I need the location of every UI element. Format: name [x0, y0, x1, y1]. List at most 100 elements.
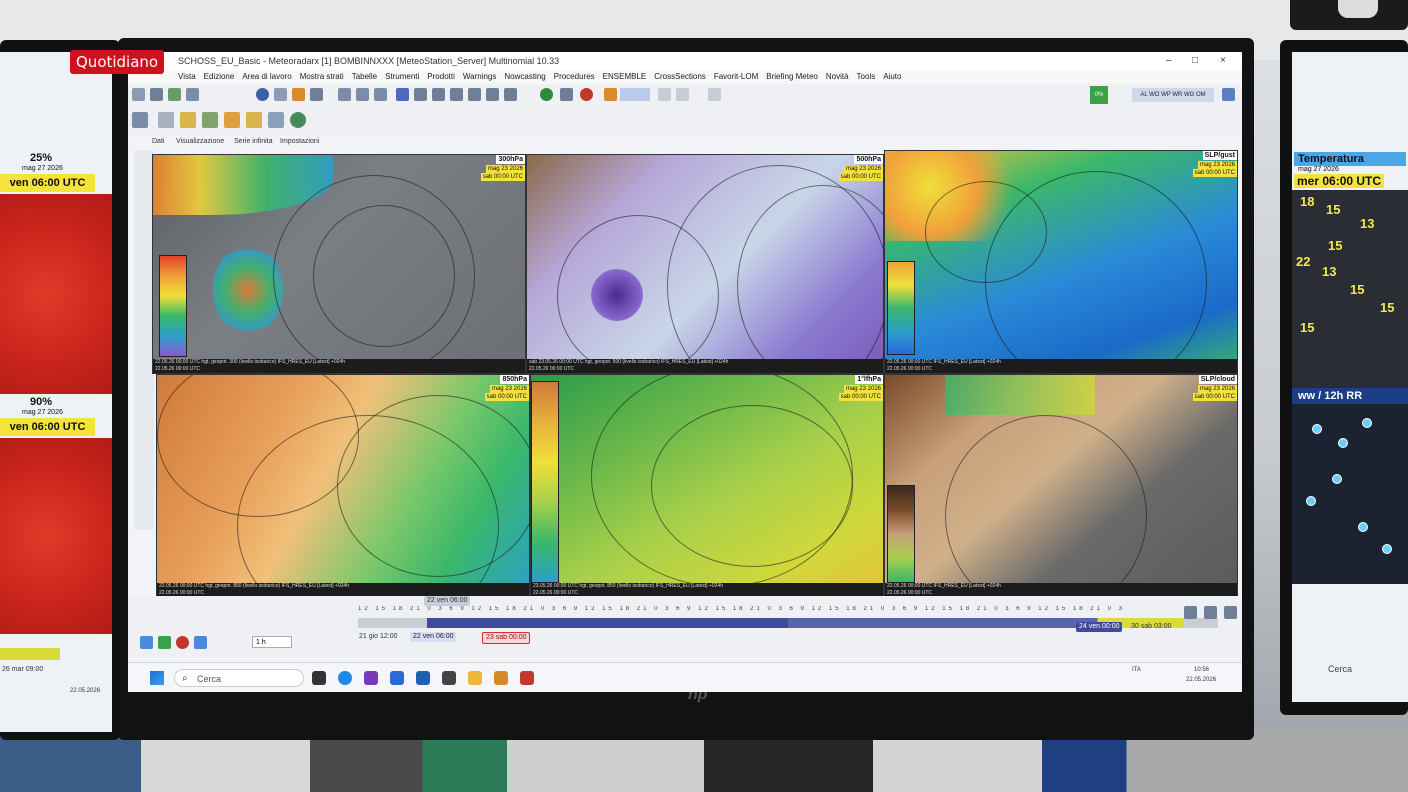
tab-visualizzazione[interactable]: Visualizzazione [176, 138, 224, 145]
close-button[interactable]: × [1220, 52, 1226, 70]
stop-icon[interactable] [176, 636, 189, 649]
main-screen: SCHOSS_EU_Basic - Meteoradarx [1] BOMBIN… [128, 52, 1242, 692]
map-panel-slp-cloud[interactable]: SLP/cloud mag 23 2026 sab 00:00 UTC 22.0… [884, 374, 1238, 598]
right-search[interactable]: Cerca [1328, 664, 1352, 674]
panel-date: mag 23 2026 [485, 165, 525, 173]
menu-item-procedures[interactable]: Procedures [554, 70, 595, 84]
redo-icon[interactable] [676, 88, 689, 101]
tool-icon[interactable] [180, 112, 196, 128]
menu-item-briefing[interactable]: Briefing Meteo [766, 70, 818, 84]
tab-impostazioni[interactable]: Impostazioni [280, 138, 319, 145]
timeline-current[interactable]: 22 ven 06:00 [410, 632, 457, 642]
clock-time[interactable]: 10:56 [1194, 667, 1209, 673]
panel-footer-run: 22.05.26 00:00 UTC [155, 366, 201, 372]
menu-item-warnings[interactable]: Warnings [463, 70, 497, 84]
taskbar-search[interactable]: ⌕ Cerca [174, 669, 304, 687]
tool-icon[interactable] [158, 112, 174, 128]
camera-icon[interactable] [504, 88, 517, 101]
panel-footer-run: 22.05.26 00:00 UTC [887, 366, 933, 372]
app-icon[interactable] [390, 671, 404, 685]
trash-icon[interactable] [1222, 88, 1235, 101]
menu-item-novita[interactable]: Novità [826, 70, 849, 84]
pointer-icon[interactable] [560, 88, 573, 101]
globe-icon[interactable] [338, 88, 351, 101]
step-back-icon[interactable] [140, 636, 153, 649]
play-icon[interactable] [158, 636, 171, 649]
panel-footer: 22.05.26 00:00 UTC hgt, geopot. 850 (liv… [157, 583, 529, 597]
tab-dati[interactable]: Dati [152, 138, 164, 145]
app-icon[interactable] [416, 671, 430, 685]
map-panel-500hpa[interactable]: 500hPa mag 23 2026 sab 00:00 UTC sab 23.… [526, 154, 884, 374]
app-icon[interactable] [520, 671, 534, 685]
grid-view-icon[interactable] [1224, 606, 1237, 619]
crosshair-icon[interactable] [292, 88, 305, 101]
menu-item-crosssections[interactable]: CrossSections [654, 70, 706, 84]
terminal-icon[interactable] [442, 671, 456, 685]
menu-item-aiuto[interactable]: Aiuto [883, 70, 901, 84]
tool-icon[interactable] [290, 112, 306, 128]
menu-item-tools[interactable]: Tools [857, 70, 876, 84]
tool-icon[interactable] [246, 112, 262, 128]
map-panel-slp-gust[interactable]: SLP/gust mag 23 2026 sab 00:00 UTC 22.05… [884, 150, 1238, 374]
folder-icon[interactable] [468, 671, 482, 685]
menu-item-tabelle[interactable]: Tabelle [352, 70, 377, 84]
menu-item-favorit[interactable]: Favorit-LOM [714, 70, 758, 84]
panel-level-label: 1°lfhPa [855, 375, 883, 384]
left-banner-2: ven 06:00 UTC [0, 418, 95, 436]
pan-icon[interactable] [450, 88, 463, 101]
info-icon[interactable] [256, 88, 269, 101]
chart-icon[interactable] [486, 88, 499, 101]
language-indicator[interactable]: ITA [1132, 667, 1141, 673]
clock-date[interactable]: 22.05.2026 [1186, 677, 1216, 683]
grid-view-icon[interactable] [1204, 606, 1217, 619]
grid-view-icon[interactable] [1184, 606, 1197, 619]
3d-icon[interactable] [540, 88, 553, 101]
app-icon[interactable] [364, 671, 378, 685]
tool-icon[interactable] [202, 112, 218, 128]
task-view-icon[interactable] [312, 671, 326, 685]
start-icon[interactable] [150, 671, 164, 685]
pen-icon[interactable] [396, 88, 409, 101]
menu-item-prodotti[interactable]: Prodotti [427, 70, 455, 84]
tool-icon[interactable] [224, 112, 240, 128]
minimize-button[interactable]: – [1166, 52, 1172, 70]
app-icon[interactable] [494, 671, 508, 685]
refresh-icon[interactable] [168, 88, 181, 101]
globe-icon[interactable] [356, 88, 369, 101]
grid-icon[interactable] [468, 88, 481, 101]
tool-icon[interactable] [268, 112, 284, 128]
menu-item-nowcasting[interactable]: Nowcasting [504, 70, 545, 84]
save-icon[interactable] [150, 88, 163, 101]
tool-icon[interactable] [132, 112, 148, 128]
timeline-selected[interactable]: 23 sab 00:00 [482, 632, 531, 644]
speed-field[interactable] [620, 88, 650, 101]
zoom-in-icon[interactable] [414, 88, 427, 101]
menu-item-strumenti[interactable]: Strumenti [385, 70, 419, 84]
target-icon[interactable] [580, 88, 593, 101]
check-icon[interactable] [604, 88, 617, 101]
station-buttons[interactable]: AL WO WP WR WG OM [1132, 88, 1214, 102]
menu-item-strati[interactable]: Mostra strati [300, 70, 344, 84]
edge-icon[interactable] [338, 671, 352, 685]
precip-marker [1338, 438, 1348, 448]
step-forward-icon[interactable] [194, 636, 207, 649]
menu-item-ensemble[interactable]: ENSEMBLE [603, 70, 647, 84]
menu-item-vista[interactable]: Vista [178, 70, 196, 84]
undo-icon[interactable] [658, 88, 671, 101]
map-panel-850hpa[interactable]: 850hPa mag 23 2026 sab 00:00 UTC 22.05.2… [156, 374, 530, 598]
globe-icon[interactable] [374, 88, 387, 101]
open-icon[interactable] [132, 88, 145, 101]
map-panel-humidity[interactable]: 1°lfhPa mag 23 2026 sab 00:00 UTC 23.05.… [530, 374, 884, 598]
windows-taskbar: ⌕ Cerca ITA 10:56 22.05.2026 [128, 662, 1242, 692]
layers-icon[interactable] [274, 88, 287, 101]
print-icon[interactable] [186, 88, 199, 101]
export-icon[interactable] [708, 88, 721, 101]
tab-serie[interactable]: Serie infinita [234, 138, 273, 145]
menu-item-area[interactable]: Area di lavoro [242, 70, 291, 84]
menu-item-edizione[interactable]: Edizione [204, 70, 235, 84]
maximize-button[interactable]: □ [1192, 52, 1198, 70]
measure-icon[interactable] [310, 88, 323, 101]
map-panel-300hpa[interactable]: 300hPa mag 23 2026 sab 00:00 UTC 22.05.2… [152, 154, 526, 374]
zoom-out-icon[interactable] [432, 88, 445, 101]
step-select[interactable]: 1 h [252, 636, 292, 648]
